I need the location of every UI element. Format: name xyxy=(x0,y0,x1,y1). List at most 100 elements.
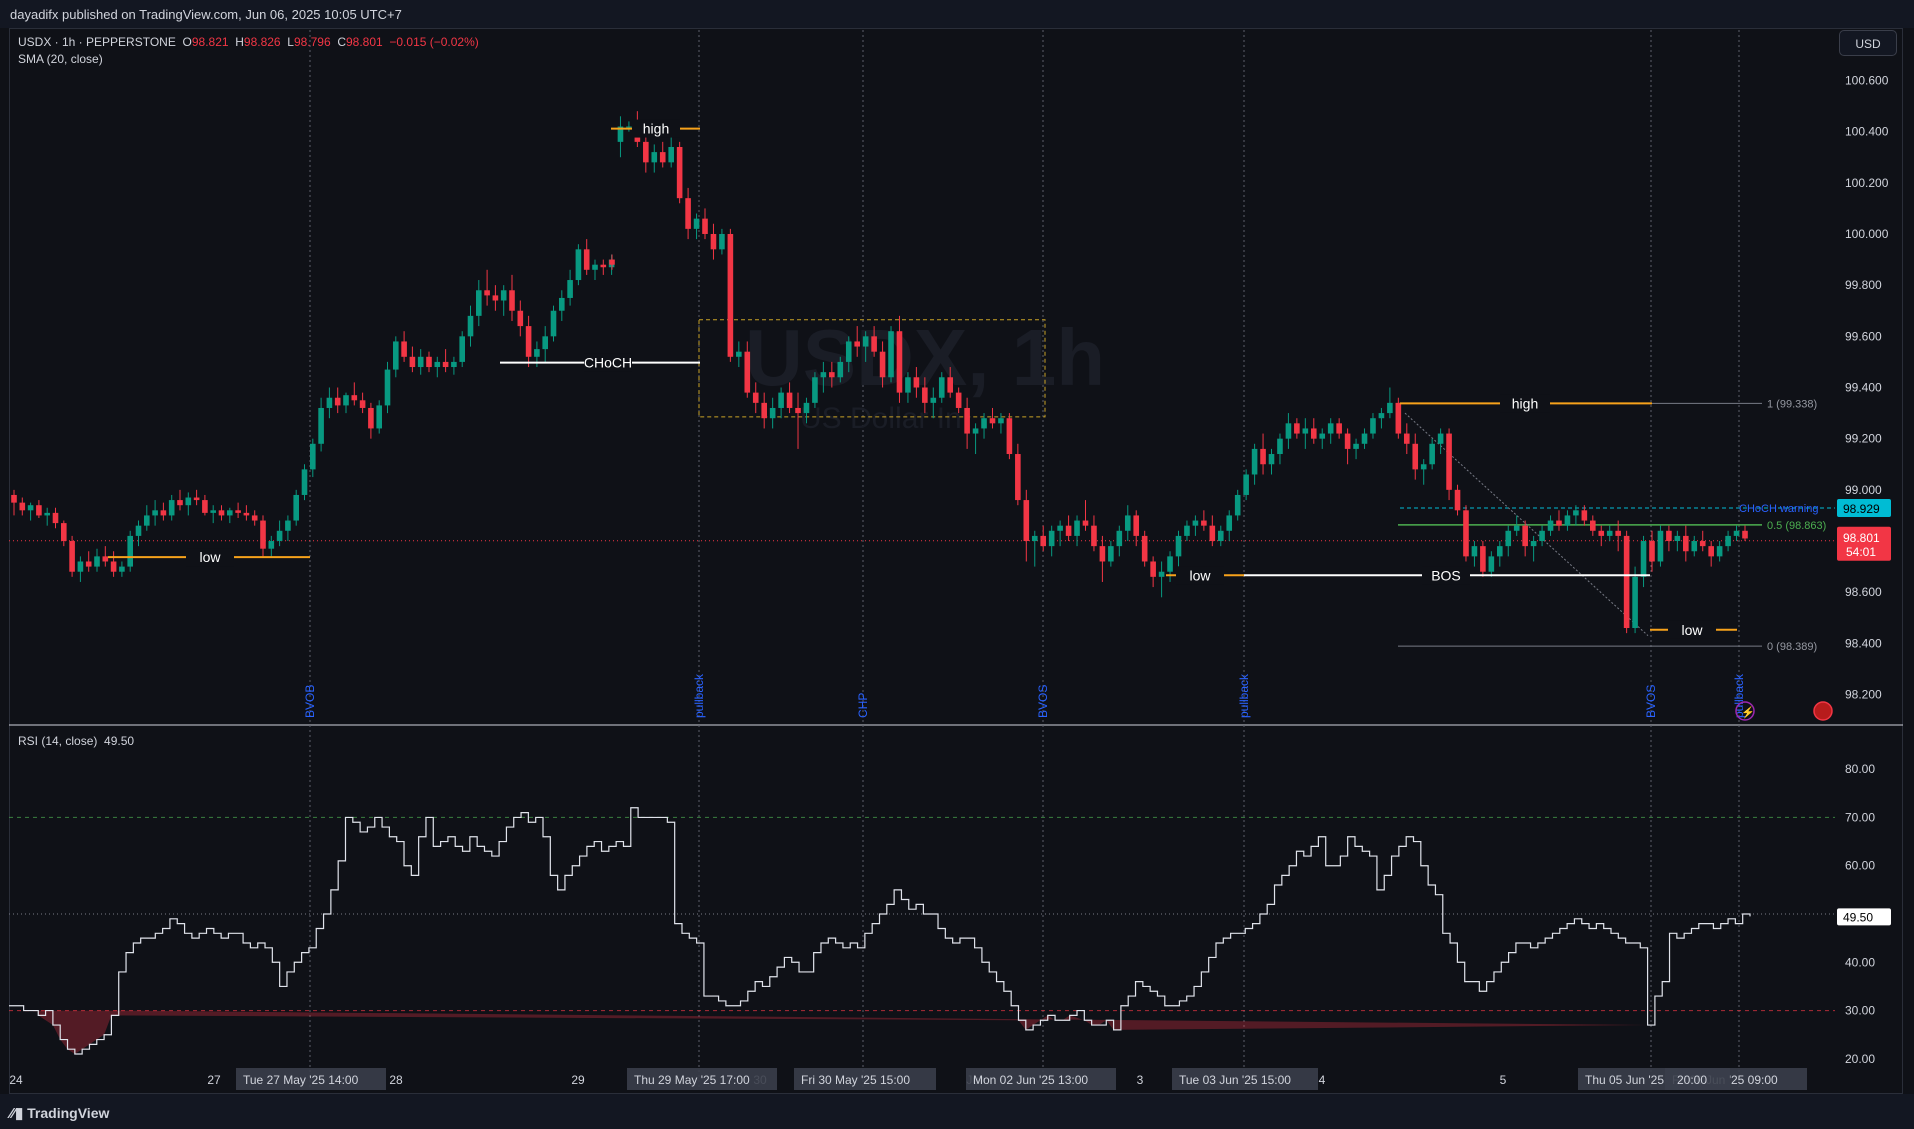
candle-body xyxy=(736,351,742,357)
time-axis-tick: 28 xyxy=(389,1073,403,1087)
watermark-name: US Dollar In xyxy=(800,402,962,435)
candle-body xyxy=(1387,402,1393,414)
candle-body xyxy=(351,395,358,401)
candle-body xyxy=(609,259,615,265)
candle-body xyxy=(27,505,34,511)
candle-body xyxy=(310,443,316,470)
candle-body xyxy=(1623,535,1630,629)
candle-body xyxy=(626,126,632,128)
candle-body xyxy=(1040,535,1047,547)
price-axis-tick: 98.600 xyxy=(1845,585,1882,599)
candle-body xyxy=(152,510,158,516)
candle-body xyxy=(168,500,175,516)
candle-body xyxy=(1133,515,1140,536)
candle-body xyxy=(1260,448,1266,465)
candle-body xyxy=(1057,525,1063,531)
candle-body xyxy=(243,512,250,516)
candle-body xyxy=(1547,520,1554,531)
candle-body xyxy=(1268,454,1275,465)
price-axis-tick: 99.800 xyxy=(1845,278,1882,292)
legend-symbol[interactable]: USDX · 1h · PEPPERSTONE xyxy=(18,35,176,49)
candle-body xyxy=(1344,433,1351,449)
structure-high-2-label: high xyxy=(1512,395,1538,411)
currency-button[interactable]: USD xyxy=(1839,30,1897,56)
candle-body xyxy=(862,336,869,347)
structure-choch-label: CHoCH xyxy=(584,355,632,371)
candle-body xyxy=(517,310,524,327)
candle-body xyxy=(1006,418,1013,455)
candle-body xyxy=(1454,489,1461,511)
candle-body xyxy=(119,566,125,572)
time-axis-highlight: Tue 03 Jun '25 15:00 xyxy=(1179,1073,1291,1087)
candle-body xyxy=(550,310,557,337)
tradingview-logo[interactable]: ⁄⁄▮ TradingView xyxy=(10,1104,109,1122)
candle-body xyxy=(1446,433,1452,490)
candle-body xyxy=(702,218,708,234)
candle-body xyxy=(1556,520,1562,526)
candle-body xyxy=(417,356,424,368)
candle-body xyxy=(36,505,42,516)
vertical-label-pullback: pullback xyxy=(1237,673,1251,718)
candle-body xyxy=(227,510,233,516)
candle-body xyxy=(1370,418,1376,434)
time-axis-tick: 3 xyxy=(1137,1073,1144,1087)
candle-body xyxy=(185,497,192,506)
candle-body xyxy=(854,341,861,347)
candle-body xyxy=(938,377,945,398)
candle-body xyxy=(525,326,532,357)
structure-bos-label: BOS xyxy=(1431,567,1461,583)
candle-body xyxy=(1640,541,1647,577)
candle-body xyxy=(1277,438,1283,455)
candle-body xyxy=(1015,454,1021,501)
price-axis-tick: 99.200 xyxy=(1845,432,1882,446)
candle-body xyxy=(1209,525,1216,542)
candle-body xyxy=(871,336,877,352)
candle-body xyxy=(1683,535,1689,552)
time-axis-highlight: Thu 05 Jun '25 xyxy=(1585,1073,1664,1087)
rsi-legend-label: RSI (14, close) xyxy=(18,734,98,748)
candle-body xyxy=(1319,433,1326,439)
candle-body xyxy=(752,392,759,403)
candle-body xyxy=(955,392,962,408)
candle-body xyxy=(1285,423,1292,439)
candle-body xyxy=(1632,576,1638,629)
chart-canvas[interactable]: BVOB pullback CHP BVOS pullback BVOS pullback … xyxy=(0,0,1914,1129)
price-axis-tick: 98.200 xyxy=(1845,688,1882,702)
rsi-oversold-fill xyxy=(38,1010,1648,1055)
candle-body xyxy=(896,331,903,393)
time-axis-tick: 5 xyxy=(1500,1073,1507,1087)
vertical-label-bvos: BVOS xyxy=(1036,685,1050,718)
candle-body xyxy=(1201,520,1207,526)
price-axis-tick: 99.600 xyxy=(1845,329,1882,343)
candle-body xyxy=(761,402,767,419)
choch-warning-label: CHoCH warning xyxy=(1739,503,1818,515)
candle-body xyxy=(1234,494,1241,516)
candle-body xyxy=(1353,443,1359,449)
candle-body xyxy=(318,407,324,444)
rsi-legend[interactable]: RSI (14, close) 49.50 xyxy=(18,734,134,748)
candle-body xyxy=(160,510,167,516)
candle-body xyxy=(1158,571,1165,577)
candle-body xyxy=(1488,556,1495,572)
candle-body xyxy=(1480,546,1486,572)
time-axis-tick: 29 xyxy=(571,1073,585,1087)
candle-body xyxy=(135,525,142,536)
candle-body xyxy=(1065,525,1072,536)
time-axis-highlight: 20:00 xyxy=(1677,1073,1707,1087)
candle-body xyxy=(1167,556,1173,572)
candle-body xyxy=(1243,474,1249,495)
candle-body xyxy=(44,512,50,516)
candle-body xyxy=(913,377,920,388)
candle-body xyxy=(500,290,507,301)
candle-body xyxy=(334,397,341,406)
choch-warning-price-text: 98.929 xyxy=(1843,502,1880,516)
candle-body xyxy=(1733,530,1740,536)
candle-body xyxy=(845,341,852,362)
candle-body xyxy=(930,397,937,403)
candle-body xyxy=(285,520,291,531)
candle-body xyxy=(1217,530,1224,542)
candle-body xyxy=(1674,535,1681,542)
current-price-text: 98.801 xyxy=(1843,531,1880,545)
candle-body xyxy=(786,392,793,408)
sma-legend[interactable]: SMA (20, close) xyxy=(18,52,103,66)
